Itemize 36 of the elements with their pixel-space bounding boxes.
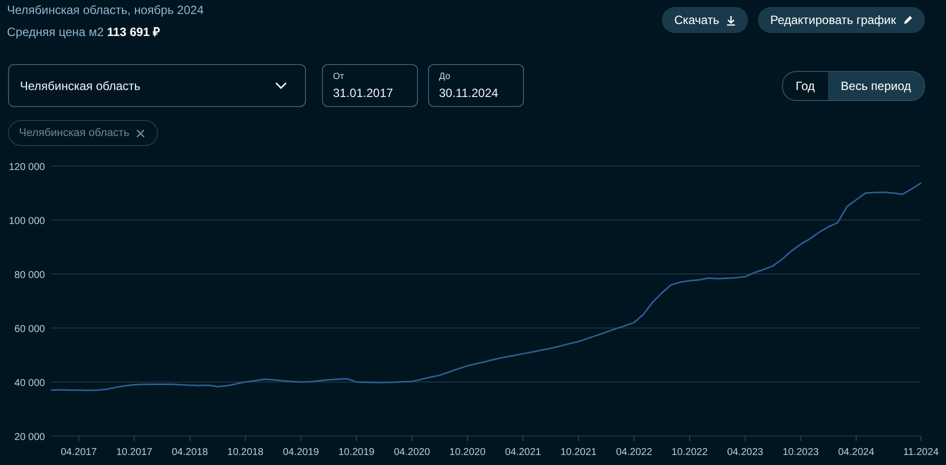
- close-icon: [136, 128, 146, 138]
- x-axis-label: 10.2023: [782, 447, 819, 458]
- x-axis-label: 04.2019: [282, 447, 319, 458]
- pencil-icon: [903, 15, 913, 25]
- x-axis-label: 10.2022: [672, 447, 708, 458]
- y-axis-label: 40 000: [14, 378, 45, 389]
- date-to-field[interactable]: До 30.11.2024: [428, 64, 524, 107]
- x-axis-label: 10.2021: [560, 447, 597, 458]
- y-axis-label: 80 000: [14, 270, 45, 281]
- region-chip[interactable]: Челябинская область: [8, 120, 158, 146]
- x-axis-label: 04.2017: [60, 447, 97, 458]
- period-tab[interactable]: Весь период: [828, 72, 924, 100]
- chart-title: Челябинская область, ноябрь 2024: [7, 3, 204, 17]
- edit-chart-button[interactable]: Редактировать график: [758, 7, 925, 33]
- x-axis-label: 10.2020: [449, 447, 486, 458]
- date-from-field[interactable]: От 31.01.2017: [322, 64, 418, 107]
- x-axis-label: 04.2021: [504, 447, 542, 458]
- download-icon: [726, 14, 736, 26]
- chevron-down-icon: [275, 82, 287, 90]
- period-tab[interactable]: Год: [782, 72, 828, 100]
- y-axis-label: 20 000: [14, 432, 45, 443]
- y-axis-label: 100 000: [8, 216, 45, 227]
- average-price: Средняя цена м2 113 691 ₽: [7, 24, 162, 40]
- region-select[interactable]: Челябинская область: [8, 64, 306, 107]
- x-axis-label: 04.2018: [172, 447, 208, 458]
- x-axis-label: 11.2024: [903, 447, 939, 458]
- y-axis-label: 120 000: [8, 162, 45, 173]
- download-button[interactable]: Скачать: [662, 7, 748, 33]
- x-axis-label: 10.2019: [338, 447, 374, 458]
- y-axis-label: 60 000: [14, 324, 45, 335]
- x-axis-label: 04.2023: [727, 447, 764, 458]
- x-axis-label: 04.2022: [616, 447, 652, 458]
- x-axis-label: 10.2017: [116, 447, 152, 458]
- x-axis-label: 04.2020: [394, 447, 430, 458]
- x-axis-label: 04.2024: [838, 447, 874, 458]
- x-axis-label: 10.2018: [227, 447, 264, 458]
